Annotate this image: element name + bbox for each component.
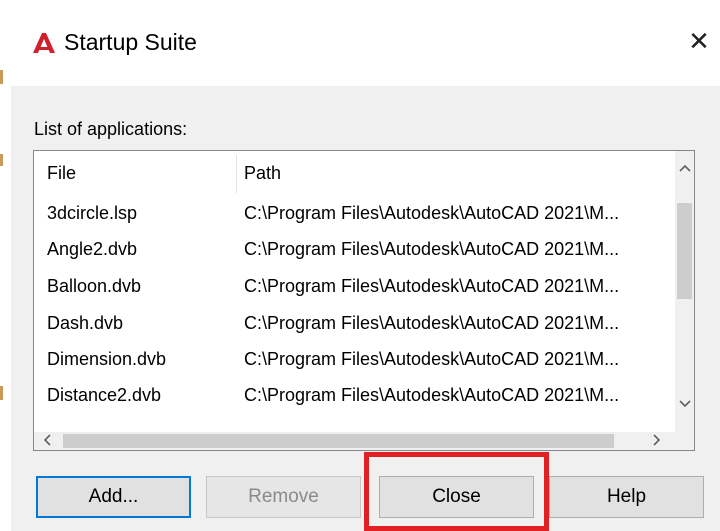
window-title: Startup Suite	[64, 29, 197, 55]
file-path: C:\Program Files\Autodesk\AutoCAD 2021\M…	[244, 313, 620, 333]
title-bar[interactable]: Startup Suite ✕	[0, 0, 720, 86]
file-name: Balloon.dvb	[47, 276, 142, 296]
vertical-scrollbar[interactable]	[675, 151, 694, 432]
startup-suite-dialog: Startup Suite ✕ List of applications: Fi…	[0, 0, 720, 531]
file-name: Dimension.dvb	[47, 349, 167, 369]
list-item[interactable]: 3dcircle.lsp C:\Program Files\Autodesk\A…	[34, 195, 674, 231]
add-button[interactable]: Add...	[36, 476, 191, 518]
edge-mark	[0, 70, 3, 84]
list-item[interactable]: Distance2.dvb C:\Program Files\Autodesk\…	[34, 377, 674, 413]
column-header-file[interactable]: File	[47, 151, 76, 196]
scrollbar-corner	[675, 432, 694, 450]
remove-button: Remove	[206, 476, 361, 518]
file-name: 3dcircle.lsp	[47, 203, 138, 223]
list-item[interactable]: Angle2.dvb C:\Program Files\Autodesk\Aut…	[34, 231, 674, 267]
vertical-scroll-thumb[interactable]	[677, 203, 692, 299]
file-path: C:\Program Files\Autodesk\AutoCAD 2021\M…	[244, 276, 620, 296]
file-path: C:\Program Files\Autodesk\AutoCAD 2021\M…	[244, 203, 620, 223]
list-label: List of applications:	[34, 119, 188, 139]
horizontal-scrollbar[interactable]	[34, 432, 675, 450]
list-item[interactable]: Dimension.dvb C:\Program Files\Autodesk\…	[34, 341, 674, 377]
horizontal-scroll-thumb[interactable]	[63, 434, 614, 448]
close-icon[interactable]: ✕	[684, 26, 714, 56]
autocad-logo-icon	[33, 33, 55, 53]
column-divider[interactable]	[236, 155, 237, 193]
edge-mark	[0, 386, 3, 400]
file-path: C:\Program Files\Autodesk\AutoCAD 2021\M…	[244, 239, 620, 259]
file-name: Dash.dvb	[47, 313, 124, 333]
chevron-right-icon[interactable]	[646, 432, 668, 450]
file-name: Angle2.dvb	[47, 239, 138, 259]
chevron-up-icon[interactable]	[675, 155, 694, 179]
list-header: File Path	[34, 151, 674, 196]
file-path: C:\Program Files\Autodesk\AutoCAD 2021\M…	[244, 385, 620, 405]
chevron-down-icon[interactable]	[675, 391, 694, 415]
list-item[interactable]: Balloon.dvb C:\Program Files\Autodesk\Au…	[34, 268, 674, 304]
column-header-path[interactable]: Path	[244, 151, 281, 196]
close-button-highlight	[364, 452, 549, 531]
help-button[interactable]: Help	[549, 476, 704, 518]
applications-list[interactable]: File Path 3dcircle.lsp C:\Program Files\…	[33, 150, 695, 451]
file-path: C:\Program Files\Autodesk\AutoCAD 2021\M…	[244, 349, 620, 369]
file-name: Distance2.dvb	[47, 385, 162, 405]
background-window-edge	[0, 70, 11, 531]
edge-mark	[0, 154, 3, 166]
list-item[interactable]: Dash.dvb C:\Program Files\Autodesk\AutoC…	[34, 305, 674, 341]
chevron-left-icon[interactable]	[36, 432, 58, 450]
